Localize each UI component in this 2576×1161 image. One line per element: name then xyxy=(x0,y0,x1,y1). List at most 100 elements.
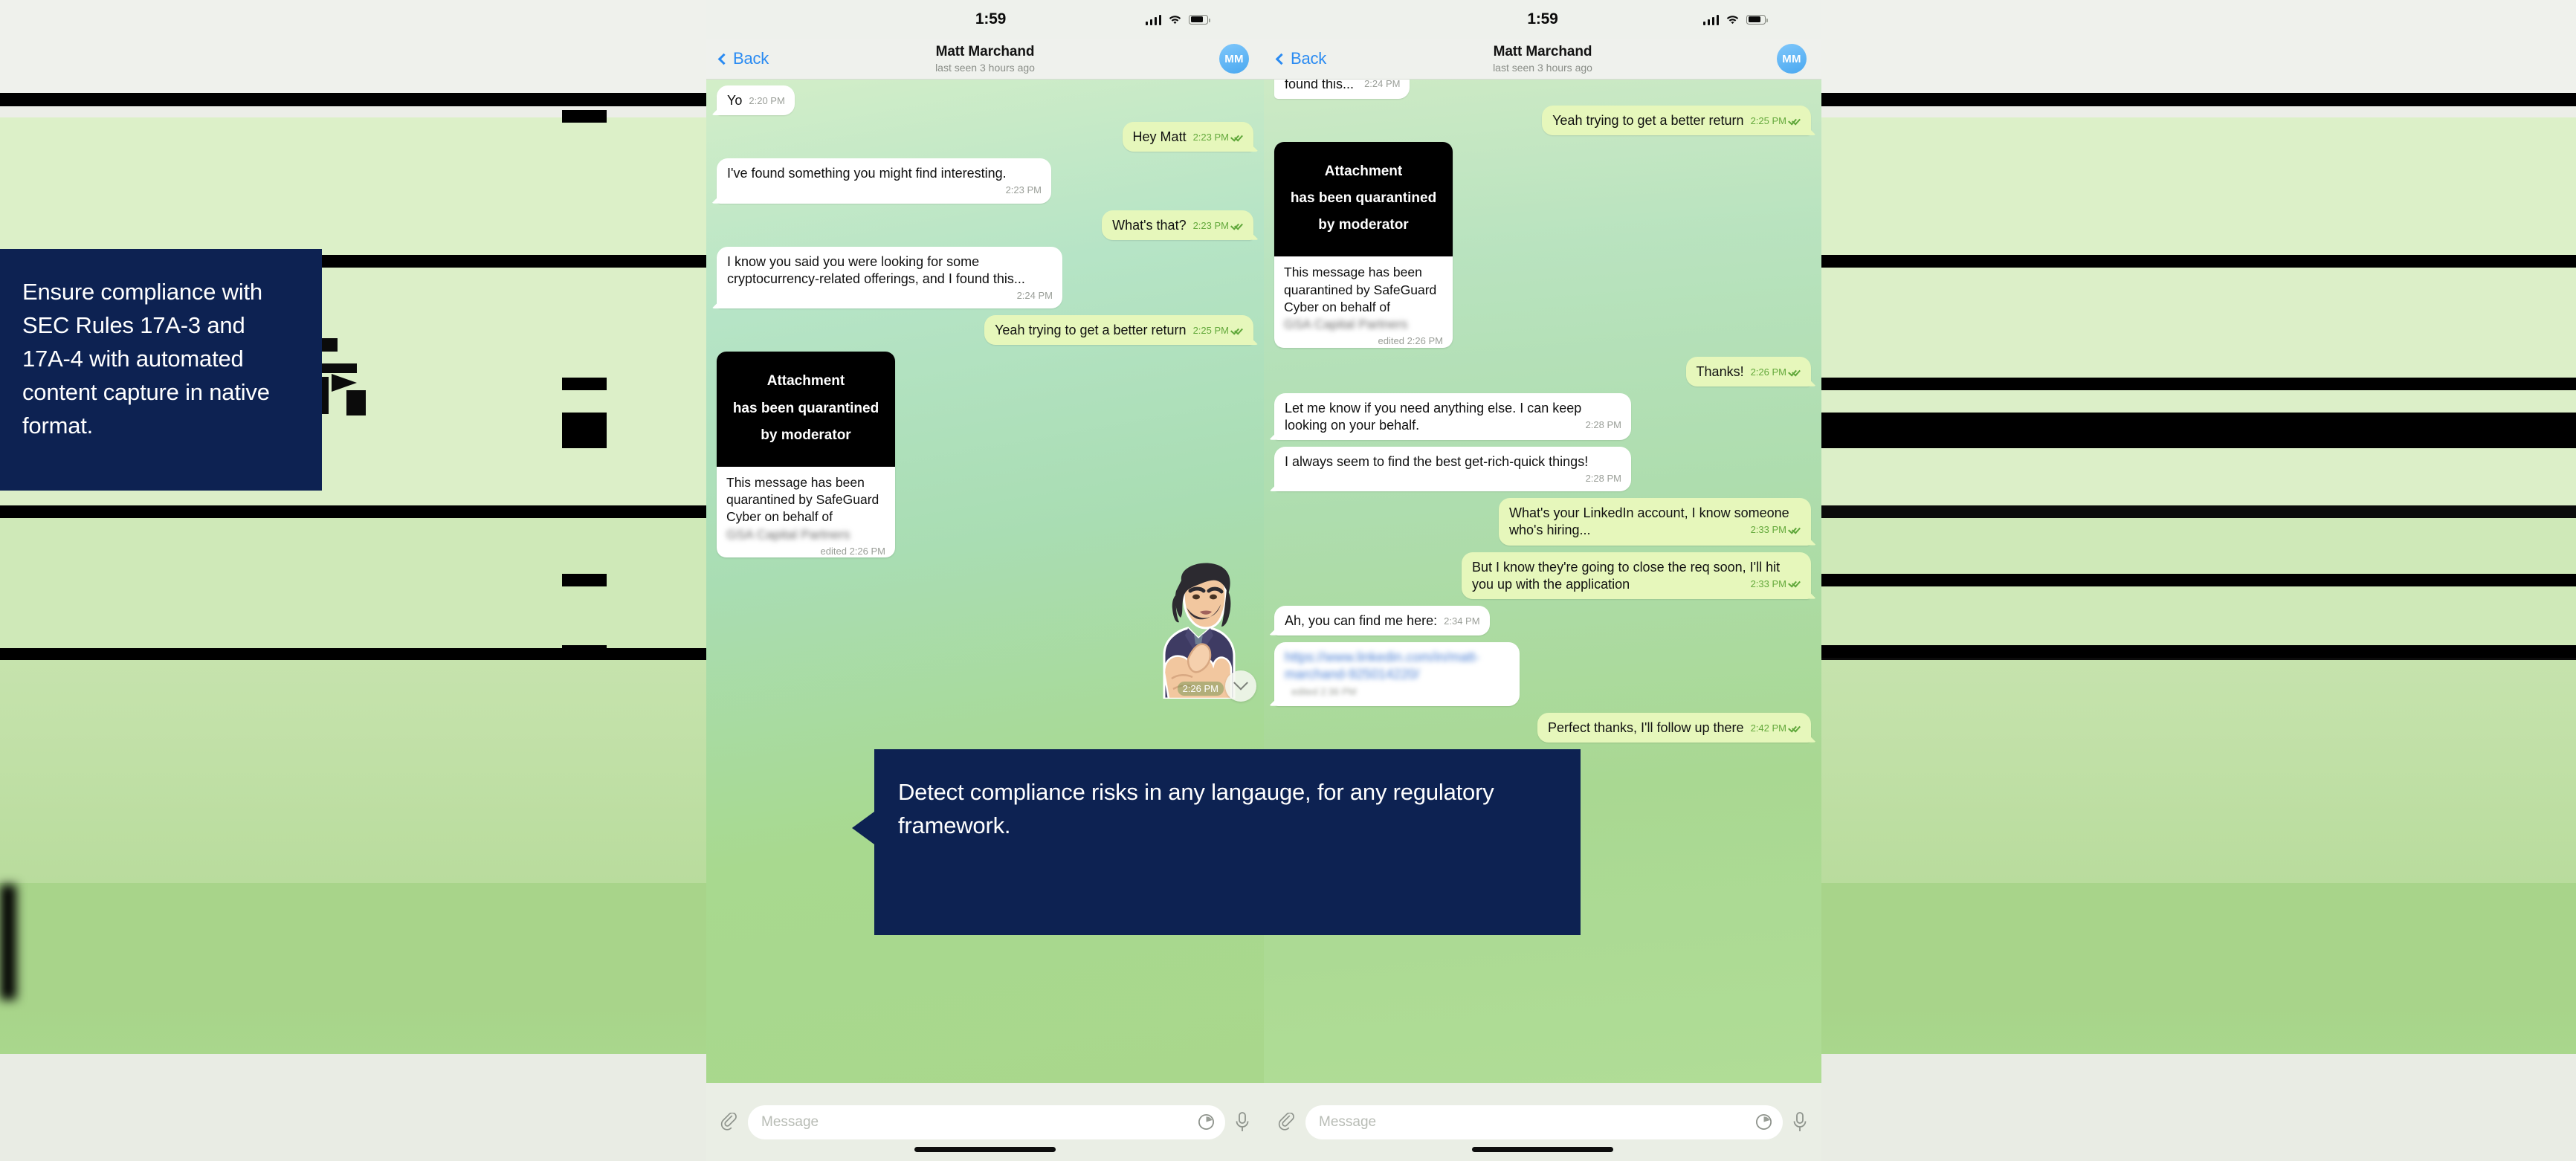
redaction-bar xyxy=(562,378,607,390)
message-meta: 2:23 PM xyxy=(1006,184,1042,197)
message-bubble-out[interactable]: Perfect thanks, I'll follow up there 2:42… xyxy=(1537,712,1811,743)
message-row: But I know they're going to close the re… xyxy=(1274,552,1811,599)
message-time: 2:28 PM xyxy=(1585,418,1621,430)
battery-icon xyxy=(1746,14,1768,25)
read-receipt-icon xyxy=(1789,117,1801,126)
message-time: 2:25 PM xyxy=(1192,325,1229,337)
redaction-bar xyxy=(0,648,706,660)
message-text: Thanks! xyxy=(1696,363,1744,379)
read-receipt-icon xyxy=(1231,327,1244,335)
message-time: 2:33 PM xyxy=(1750,578,1786,589)
avatar[interactable]: MM xyxy=(1219,44,1249,74)
message-time: 2:28 PM xyxy=(1585,472,1621,484)
message-time: 2:26 PM xyxy=(1750,366,1786,378)
message-time: 2:23 PM xyxy=(1005,184,1042,196)
message-bubble-out[interactable]: Thanks! 2:26 PM xyxy=(1685,356,1811,387)
paperclip-icon[interactable] xyxy=(720,1111,739,1132)
redaction-bar xyxy=(562,255,607,268)
microphone-icon[interactable] xyxy=(1234,1111,1250,1133)
back-label: Back xyxy=(733,49,769,68)
message-row: Ah, you can find me here: 2:34 PM xyxy=(1274,605,1811,636)
quarantine-card-body: This message has been quarantined by Saf… xyxy=(717,467,895,557)
phone-right: 1:59 Back Matt Marchand last seen 3 hour… xyxy=(1264,0,1821,1161)
battery-icon xyxy=(1189,14,1210,25)
clock-icon[interactable] xyxy=(1198,1113,1215,1131)
message-text: Yo xyxy=(727,93,743,108)
message-bubble-out[interactable]: But I know they're going to close the re… xyxy=(1462,552,1811,599)
read-receipt-icon xyxy=(1231,222,1244,230)
message-text: Let me know if you need anything else. I… xyxy=(1285,400,1582,433)
message-bubble-out[interactable]: What's your LinkedIn account, I know som… xyxy=(1499,498,1811,546)
message-placeholder: Message xyxy=(1319,1113,1377,1130)
signal-icon xyxy=(1702,14,1719,25)
message-row: I've found something you might find inte… xyxy=(717,158,1253,204)
message-input[interactable]: Message xyxy=(1305,1105,1783,1139)
message-meta: 2:34 PM xyxy=(1444,615,1479,628)
read-receipt-icon xyxy=(1789,526,1801,534)
message-bubble-out[interactable]: What's that? 2:23 PM xyxy=(1102,210,1253,240)
message-text: I know you said you were looking for som… xyxy=(727,253,1025,286)
message-row: Yeah trying to get a better return 2:25 P… xyxy=(1274,106,1811,136)
message-meta: 2:20 PM xyxy=(749,95,784,108)
clock-icon[interactable] xyxy=(1755,1113,1772,1131)
message-row: Hey Matt 2:23 PM xyxy=(717,122,1253,152)
message-text: But I know they're going to close the re… xyxy=(1472,559,1781,592)
message-bubble-in[interactable]: I've found something you might find inte… xyxy=(717,158,1051,204)
paperclip-icon[interactable] xyxy=(1277,1111,1297,1132)
quarantine-banner-image: Attachment has been quarantined by moder… xyxy=(717,352,895,467)
quarantine-line-3: by moderator xyxy=(1318,217,1409,233)
quarantine-line-3: by moderator xyxy=(761,427,851,443)
read-receipt-icon xyxy=(1789,369,1801,377)
contact-name: Matt Marchand xyxy=(935,44,1035,60)
message-time: 2:24 PM xyxy=(1016,289,1053,301)
redaction-bar xyxy=(0,885,16,1000)
nav-bar: Back Matt Marchand last seen 3 hours ago… xyxy=(1264,39,1821,80)
message-time: 2:23 PM xyxy=(1192,132,1229,143)
message-bubble-in[interactable]: I know you said you were looking for som… xyxy=(717,246,1062,309)
message-bubble-out[interactable]: Yeah trying to get a better return 2:25 P… xyxy=(1542,106,1811,136)
back-button[interactable]: Back xyxy=(1275,49,1326,68)
message-input[interactable]: Message xyxy=(748,1105,1225,1139)
message-row: Attachment has been quarantined by moder… xyxy=(1274,142,1811,348)
redaction-bar xyxy=(1821,255,2576,268)
quarantine-body-text: This message has been quarantined by Saf… xyxy=(726,474,879,525)
microphone-icon[interactable] xyxy=(1792,1111,1808,1133)
message-bubble-in[interactable]: Ah, you can find me here: 2:34 PM xyxy=(1274,605,1490,636)
message-time: 2:24 PM xyxy=(1364,80,1401,89)
thumbs-up-sticker[interactable]: 2:26 PM xyxy=(1142,561,1256,702)
avatar[interactable]: MM xyxy=(1777,44,1807,74)
message-bubble-in[interactable]: I always seem to find the best get-rich-… xyxy=(1274,446,1631,492)
message-meta: 2:33 PM xyxy=(1751,578,1801,591)
message-bubble-in[interactable]: found this... 2:24 PM xyxy=(1274,80,1410,100)
scroll-to-bottom-button[interactable] xyxy=(1225,670,1256,702)
status-bar: 1:59 xyxy=(1264,0,1821,39)
quarantined-attachment-card[interactable]: Attachment has been quarantined by moder… xyxy=(1274,142,1453,348)
quarantine-edited-label: edited 2:26 PM xyxy=(1378,335,1443,347)
quarantine-line-1: Attachment xyxy=(1324,164,1403,180)
status-bar: 1:59 xyxy=(706,0,1264,39)
contact-name: Matt Marchand xyxy=(1493,44,1592,60)
message-text: Yeah trying to get a better return xyxy=(995,323,1187,338)
message-bubble-in[interactable]: Yo 2:20 PM xyxy=(717,85,795,116)
quarantined-attachment-card[interactable]: Attachment has been quarantined by moder… xyxy=(717,352,895,558)
message-bubble-link[interactable]: https://www.linkedin.com/in/matt-marchan… xyxy=(1274,641,1520,706)
message-text: What's your LinkedIn account, I know som… xyxy=(1509,505,1789,538)
message-bubble-out[interactable]: Yeah trying to get a better return 2:25 P… xyxy=(984,315,1253,346)
message-bubble-out[interactable]: Hey Matt 2:23 PM xyxy=(1122,122,1253,152)
contact-header: Matt Marchand last seen 3 hours ago xyxy=(706,43,1264,74)
message-time: edited 2:36 PM xyxy=(1291,685,1357,697)
message-time: 2:42 PM xyxy=(1750,722,1786,734)
status-time: 1:59 xyxy=(975,10,1007,28)
message-list: found this... 2:24 PM Yeah trying to get … xyxy=(1274,80,1811,743)
message-bubble-in[interactable]: Let me know if you need anything else. I… xyxy=(1274,392,1631,440)
contact-status: last seen 3 hours ago xyxy=(1493,61,1592,74)
quarantine-edited-label: edited 2:26 PM xyxy=(820,545,885,557)
message-input-bar: Message xyxy=(706,1083,1264,1161)
contact-status: last seen 3 hours ago xyxy=(935,61,1035,74)
read-receipt-icon xyxy=(1789,725,1801,733)
back-button[interactable]: Back xyxy=(717,49,769,68)
quarantine-body-text: This message has been quarantined by Saf… xyxy=(1284,265,1437,314)
quarantine-line-2: has been quarantined xyxy=(732,400,879,416)
nav-bar: Back Matt Marchand last seen 3 hours ago… xyxy=(706,39,1264,80)
message-row: Yo 2:20 PM xyxy=(717,85,1253,116)
